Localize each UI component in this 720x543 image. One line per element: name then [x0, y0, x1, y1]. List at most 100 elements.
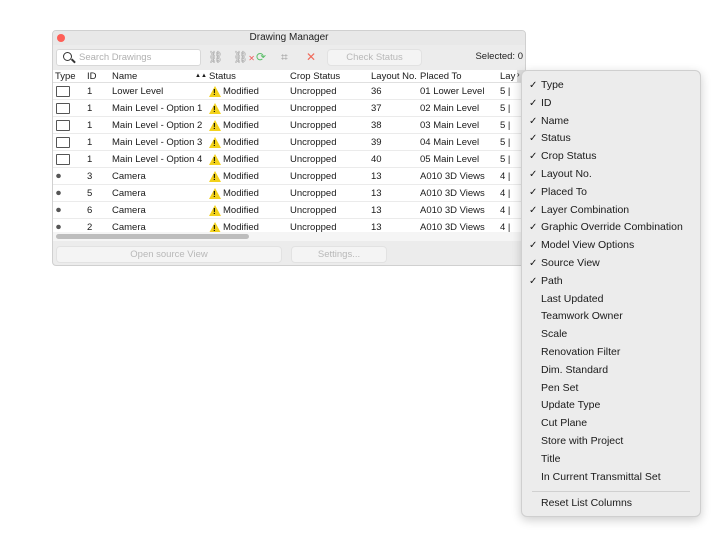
close-button[interactable]: [57, 34, 65, 42]
menu-item-name[interactable]: ✓ Name: [522, 113, 700, 130]
checkmark-icon: ✓: [529, 97, 538, 109]
cell-lay: 5 |: [500, 103, 511, 114]
menu-item-last-updated[interactable]: Last Updated: [522, 291, 700, 308]
menu-item-placed-to[interactable]: ✓ Placed To: [522, 184, 700, 201]
menu-item-teamwork-owner[interactable]: Teamwork Owner: [522, 308, 700, 325]
search-input[interactable]: Search Drawings: [56, 49, 201, 66]
cell-crop-status: Uncropped: [290, 154, 337, 165]
menu-item-label: Source View: [541, 257, 600, 269]
menu-item-label: Path: [541, 274, 563, 287]
menu-item-status[interactable]: ✓ Status: [522, 130, 700, 147]
cell-lay: 5 |: [500, 120, 511, 131]
link-icon[interactable]: ⛓: [208, 50, 223, 64]
menu-item-renovation-filter[interactable]: Renovation Filter: [522, 344, 700, 361]
col-placed-to[interactable]: Placed To: [420, 71, 462, 82]
menu-item-layer-combination[interactable]: ✓ Layer Combination: [522, 202, 700, 219]
crop-icon[interactable]: ⌗: [281, 50, 288, 64]
cell-placed-to: A010 3D Views: [420, 188, 485, 199]
cell-layout-no: 13: [371, 205, 382, 216]
col-name[interactable]: Name: [112, 71, 137, 82]
drawing-icon: [56, 154, 70, 165]
menu-item-id[interactable]: ✓ ID: [522, 95, 700, 112]
table-row[interactable]: 1 Main Level - Option 4 Modified Uncropp…: [53, 151, 525, 168]
menu-item-source-view[interactable]: ✓ Source View: [522, 255, 700, 272]
cell-status: Modified: [223, 120, 259, 131]
menu-item-reset-list-columns[interactable]: Reset List Columns: [522, 495, 700, 512]
drawing-icon: [56, 120, 70, 131]
menu-item-type[interactable]: ✓ Type: [522, 77, 700, 94]
cell-crop-status: Uncropped: [290, 120, 337, 131]
cell-lay: 5 |: [500, 154, 511, 165]
menu-item-pen-set[interactable]: Pen Set: [522, 380, 700, 397]
update-icon[interactable]: ⟳: [256, 50, 266, 64]
menu-item-label: Reset List Columns: [541, 497, 633, 509]
menu-item-title[interactable]: Title: [522, 451, 700, 468]
menu-item-crop-status[interactable]: ✓ Crop Status: [522, 148, 700, 165]
unlink-icon[interactable]: ⛓✕: [233, 50, 255, 66]
search-icon: [63, 52, 72, 61]
scroll-thumb[interactable]: [56, 234, 249, 239]
menu-item-store-with-project[interactable]: Store with Project: [522, 433, 700, 450]
cell-lay: 5 |: [500, 86, 511, 97]
menu-item-model-view-options[interactable]: ✓ Model View Options: [522, 237, 700, 254]
cell-id: 5: [87, 188, 93, 199]
camera-icon: ⏺: [56, 171, 61, 182]
cell-placed-to: 03 Main Level: [420, 120, 480, 131]
drawings-table: Type ID Name ▲▲ Status Crop Status Layou…: [53, 70, 525, 236]
col-id[interactable]: ID: [87, 71, 97, 82]
cell-layout-no: 39: [371, 137, 382, 148]
delete-icon[interactable]: ✕: [306, 50, 316, 64]
menu-item-update-type[interactable]: Update Type: [522, 397, 700, 414]
menu-item-cut-plane[interactable]: Cut Plane: [522, 415, 700, 432]
menu-item-label: Placed To: [541, 185, 587, 198]
menu-item-in-current-transmittal-set[interactable]: In Current Transmittal Set: [522, 469, 700, 486]
menu-item-label: Title: [541, 452, 561, 465]
horizontal-scrollbar[interactable]: [53, 232, 525, 241]
cell-id: 6: [87, 205, 93, 216]
cell-layout-no: 38: [371, 120, 382, 131]
menu-item-scale[interactable]: Scale: [522, 326, 700, 343]
menu-item-label: Teamwork Owner: [541, 310, 623, 323]
cell-crop-status: Uncropped: [290, 171, 337, 182]
table-row[interactable]: ⏺ 5 Camera Modified Uncropped 13 A010 3D…: [53, 185, 525, 202]
cell-placed-to: 05 Main Level: [420, 154, 480, 165]
menu-item-layout-no-[interactable]: ✓ Layout No.: [522, 166, 700, 183]
checkmark-icon: ✓: [529, 186, 538, 198]
col-lay[interactable]: Lay: [500, 71, 515, 82]
cell-id: 1: [87, 137, 93, 148]
checkmark-icon: ✓: [529, 222, 538, 234]
col-status[interactable]: Status: [209, 71, 236, 82]
table-row[interactable]: ⏺ 6 Camera Modified Uncropped 13 A010 3D…: [53, 202, 525, 219]
cell-name: Main Level - Option 2: [112, 120, 203, 131]
table-row[interactable]: 1 Main Level - Option 2 Modified Uncropp…: [53, 117, 525, 134]
table-row[interactable]: ⏺ 3 Camera Modified Uncropped 13 A010 3D…: [53, 168, 525, 185]
cell-status: Modified: [223, 137, 259, 148]
warning-icon: [209, 103, 221, 114]
table-header: Type ID Name ▲▲ Status Crop Status Layou…: [53, 70, 525, 83]
settings-button[interactable]: Settings...: [291, 246, 387, 263]
menu-item-graphic-override-combination[interactable]: ✓ Graphic Override Combination: [522, 219, 700, 236]
title-bar: Drawing Manager: [53, 31, 525, 45]
col-layout-no[interactable]: Layout No.: [371, 71, 417, 82]
checkmark-icon: ✓: [529, 275, 538, 287]
cell-crop-status: Uncropped: [290, 188, 337, 199]
cell-lay: 4 |: [500, 171, 511, 182]
cell-id: 1: [87, 86, 93, 97]
menu-item-path[interactable]: ✓ Path: [522, 273, 700, 290]
menu-item-dim-standard[interactable]: Dim. Standard: [522, 362, 700, 379]
check-status-button[interactable]: Check Status: [327, 49, 422, 66]
warning-icon: [209, 86, 221, 97]
menu-item-label: ID: [541, 96, 552, 109]
checkmark-icon: ✓: [529, 133, 538, 145]
table-row[interactable]: 1 Lower Level Modified Uncropped 36 01 L…: [53, 83, 525, 100]
col-type[interactable]: Type: [55, 71, 76, 82]
col-crop-status[interactable]: Crop Status: [290, 71, 340, 82]
camera-icon: ⏺: [56, 188, 61, 199]
open-source-view-button[interactable]: Open source View: [56, 246, 282, 263]
warning-icon: [209, 188, 221, 199]
cell-name: Camera: [112, 171, 146, 182]
search-placeholder: Search Drawings: [79, 52, 152, 63]
cell-layout-no: 13: [371, 188, 382, 199]
table-row[interactable]: 1 Main Level - Option 1 Modified Uncropp…: [53, 100, 525, 117]
table-row[interactable]: 1 Main Level - Option 3 Modified Uncropp…: [53, 134, 525, 151]
